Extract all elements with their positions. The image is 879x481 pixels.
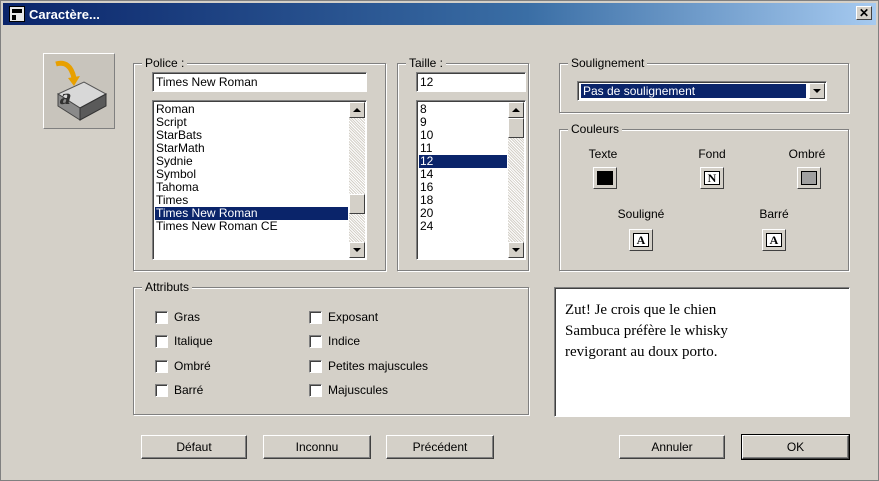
petites-majuscules-checkbox[interactable]: Petites majuscules — [309, 359, 428, 373]
underline-select[interactable]: Pas de soulignement — [577, 81, 827, 101]
font-preview: Zut! Je crois que le chien Sambuca préfè… — [554, 287, 850, 417]
arrow-down-icon — [353, 248, 361, 252]
checkbox-box[interactable] — [155, 359, 168, 373]
checkbox-box[interactable] — [309, 310, 322, 324]
italique-label: Italique — [174, 334, 213, 348]
list-item[interactable]: Times New Roman CE — [155, 220, 348, 233]
taille-legend: Taille : — [406, 56, 447, 70]
checkbox-box[interactable] — [155, 310, 168, 324]
barre-checkbox[interactable]: Barré — [155, 383, 203, 397]
exposant-label: Exposant — [328, 310, 379, 324]
underline-select-value: Pas de soulignement — [581, 84, 806, 98]
annuler-button[interactable]: Annuler — [619, 435, 725, 459]
chevron-down-icon — [813, 89, 821, 93]
ombre-color-button[interactable] — [797, 167, 821, 189]
soulignement-legend: Soulignement — [568, 56, 648, 70]
list-item[interactable]: 10 — [419, 129, 507, 142]
font-size-list-scrollbar[interactable] — [508, 102, 524, 258]
checkbox-box[interactable] — [155, 383, 168, 397]
font-list[interactable]: Roman Script StarBats StarMath Sydnie Symbol T… — [152, 100, 367, 260]
title-bar[interactable]: Caractère... ✕ — [3, 3, 876, 25]
texte-color-label: Texte — [588, 147, 618, 161]
ombre-color-swatch — [801, 171, 817, 185]
souligne-color-swatch: A — [633, 233, 649, 247]
checkbox-box[interactable] — [155, 334, 168, 348]
checkbox-box[interactable] — [309, 334, 322, 348]
font-list-scrollbar[interactable] — [349, 102, 365, 258]
texte-color-button[interactable] — [593, 167, 617, 189]
majuscules-label: Majuscules — [328, 383, 389, 397]
ombre-label: Ombré — [174, 359, 211, 373]
fond-color-label: Fond — [698, 147, 726, 161]
petites-majuscules-label: Petites majuscules — [328, 359, 429, 373]
scroll-thumb[interactable] — [508, 118, 524, 138]
attributs-legend: Attributs — [142, 280, 193, 294]
exposant-checkbox[interactable]: Exposant — [309, 310, 378, 324]
defaut-button[interactable]: Défaut — [141, 435, 247, 459]
souligne-color-button[interactable]: A — [629, 229, 653, 251]
dropdown-button[interactable] — [809, 83, 825, 99]
font-dialog: Caractère... ✕ a Police : Times New Roma… — [0, 0, 879, 481]
arrow-up-icon — [353, 108, 361, 112]
arrow-down-icon — [512, 248, 520, 252]
italique-checkbox[interactable]: Italique — [155, 334, 213, 348]
gras-checkbox[interactable]: Gras — [155, 310, 200, 324]
scroll-down-button[interactable] — [508, 242, 524, 258]
checkbox-box[interactable] — [309, 359, 322, 373]
barre-color-button[interactable]: A — [762, 229, 786, 251]
indice-label: Indice — [328, 334, 361, 348]
ok-button[interactable]: OK — [741, 434, 850, 460]
gras-label: Gras — [174, 310, 201, 324]
souligne-color-label: Souligné — [617, 207, 665, 221]
couleurs-legend: Couleurs — [568, 122, 623, 136]
indice-checkbox[interactable]: Indice — [309, 334, 360, 348]
app-icon — [9, 6, 25, 22]
font-name-input[interactable]: Times New Roman — [152, 72, 367, 92]
scroll-up-button[interactable] — [349, 102, 365, 118]
font-list-items: Roman Script StarBats StarMath Sydnie Symbol T… — [155, 103, 348, 233]
majuscules-checkbox[interactable]: Majuscules — [309, 383, 388, 397]
ombre-color-label: Ombré — [788, 147, 826, 161]
inconnu-button[interactable]: Inconnu — [263, 435, 371, 459]
barre-label: Barré — [174, 383, 204, 397]
texte-color-swatch — [597, 171, 613, 185]
scroll-up-button[interactable] — [508, 102, 524, 118]
font-size-input[interactable]: 12 — [416, 72, 526, 92]
window-title: Caractère... — [29, 6, 100, 22]
police-legend: Police : — [142, 56, 188, 70]
barre-color-swatch: A — [766, 233, 782, 247]
list-item[interactable]: 8 — [419, 103, 507, 116]
list-item[interactable]: 24 — [419, 220, 507, 233]
barre-color-label: Barré — [759, 207, 789, 221]
ombre-checkbox[interactable]: Ombré — [155, 359, 211, 373]
font-size-list[interactable]: 8 9 10 11 12 14 16 18 20 24 — [416, 100, 526, 260]
font-size-list-items: 8 9 10 11 12 14 16 18 20 24 — [419, 103, 507, 233]
checkbox-box[interactable] — [309, 383, 322, 397]
scroll-down-button[interactable] — [349, 242, 365, 258]
scroll-thumb[interactable] — [349, 194, 365, 214]
close-button[interactable]: ✕ — [856, 6, 872, 20]
fond-color-swatch: N — [704, 171, 720, 185]
precedent-button[interactable]: Précédent — [386, 435, 494, 459]
fond-color-button[interactable]: N — [700, 167, 724, 189]
font-dialog-icon: a — [43, 53, 115, 129]
arrow-up-icon — [512, 108, 520, 112]
